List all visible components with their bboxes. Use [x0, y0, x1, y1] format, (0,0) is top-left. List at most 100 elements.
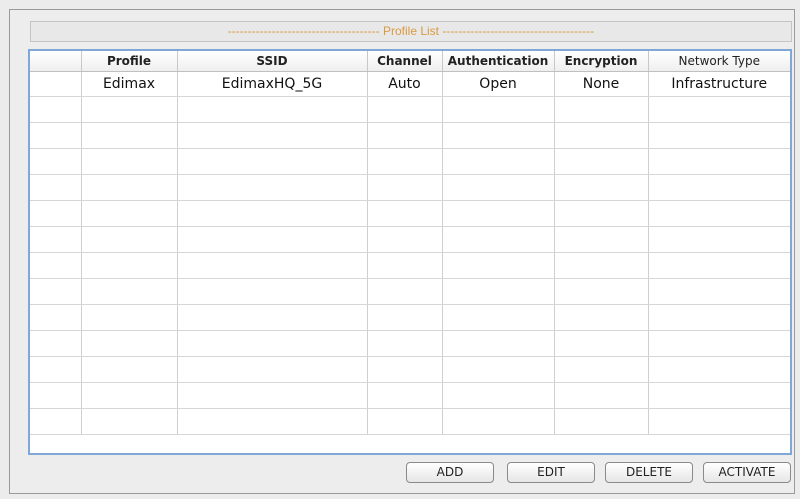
table-row[interactable] [30, 226, 790, 253]
cell-encryption [554, 148, 649, 175]
table-row[interactable] [30, 96, 790, 123]
cell-select [30, 278, 82, 305]
cell-profile [81, 148, 178, 175]
column-header-profile[interactable]: Profile [81, 51, 178, 72]
cell-profile [81, 408, 178, 435]
cell-authentication [442, 278, 555, 305]
cell-network-type [648, 382, 790, 409]
cell-ssid [177, 96, 368, 123]
cell-select [30, 148, 82, 175]
cell-profile [81, 278, 178, 305]
table-row[interactable] [30, 408, 790, 435]
cell-profile [81, 330, 178, 357]
cell-network-type: Infrastructure [648, 71, 790, 97]
table-row[interactable] [30, 278, 790, 305]
cell-encryption [554, 252, 649, 279]
cell-profile [81, 122, 178, 149]
table-row[interactable] [30, 148, 790, 175]
cell-channel [367, 226, 443, 253]
cell-authentication [442, 122, 555, 149]
cell-ssid [177, 122, 368, 149]
cell-authentication [442, 252, 555, 279]
cell-channel [367, 356, 443, 383]
cell-select [30, 200, 82, 227]
cell-authentication [442, 304, 555, 331]
cell-select [30, 330, 82, 357]
edit-button[interactable]: EDIT [507, 462, 595, 483]
cell-profile [81, 174, 178, 201]
button-bar: ADD EDIT DELETE ACTIVATE [0, 462, 800, 484]
table-row[interactable] [30, 356, 790, 383]
cell-network-type [648, 174, 790, 201]
header-dashes-left: -------------------------------------- [227, 24, 380, 38]
profile-list-title: Profile List [382, 24, 440, 38]
add-button[interactable]: ADD [406, 462, 494, 483]
cell-channel [367, 408, 443, 435]
profile-table-container[interactable]: Profile SSID Channel Authentication Encr… [28, 49, 792, 455]
cell-select [30, 71, 82, 97]
cell-channel [367, 200, 443, 227]
cell-ssid [177, 148, 368, 175]
cell-select [30, 304, 82, 331]
profile-table: Profile SSID Channel Authentication Encr… [30, 51, 790, 435]
cell-ssid [177, 330, 368, 357]
cell-profile [81, 356, 178, 383]
cell-encryption [554, 304, 649, 331]
cell-network-type [648, 200, 790, 227]
cell-ssid: EdimaxHQ_5G [177, 71, 368, 97]
cell-ssid [177, 278, 368, 305]
delete-button[interactable]: DELETE [605, 462, 693, 483]
table-header-row: Profile SSID Channel Authentication Encr… [30, 51, 790, 72]
column-header-ssid[interactable]: SSID [177, 51, 368, 72]
cell-ssid [177, 226, 368, 253]
cell-profile [81, 252, 178, 279]
cell-profile [81, 382, 178, 409]
column-header-encryption[interactable]: Encryption [554, 51, 649, 72]
cell-select [30, 122, 82, 149]
cell-ssid [177, 356, 368, 383]
cell-encryption [554, 278, 649, 305]
cell-network-type [648, 226, 790, 253]
cell-ssid [177, 252, 368, 279]
cell-ssid [177, 382, 368, 409]
cell-encryption [554, 408, 649, 435]
activate-button[interactable]: ACTIVATE [703, 462, 791, 483]
cell-channel [367, 96, 443, 123]
cell-ssid [177, 408, 368, 435]
table-row[interactable] [30, 174, 790, 201]
cell-channel [367, 330, 443, 357]
cell-select [30, 174, 82, 201]
column-header-select[interactable] [30, 51, 82, 72]
cell-channel [367, 382, 443, 409]
cell-channel [367, 148, 443, 175]
cell-authentication [442, 382, 555, 409]
cell-encryption [554, 226, 649, 253]
cell-channel: Auto [367, 71, 443, 97]
cell-encryption [554, 122, 649, 149]
cell-channel [367, 252, 443, 279]
cell-select [30, 226, 82, 253]
cell-select [30, 356, 82, 383]
cell-select [30, 382, 82, 409]
cell-encryption [554, 356, 649, 383]
cell-authentication [442, 96, 555, 123]
cell-ssid [177, 174, 368, 201]
cell-profile [81, 226, 178, 253]
column-header-network-type[interactable]: Network Type [648, 51, 790, 72]
column-header-authentication[interactable]: Authentication [442, 51, 555, 72]
cell-network-type [648, 96, 790, 123]
cell-network-type [648, 304, 790, 331]
cell-encryption: None [554, 71, 649, 97]
table-row[interactable] [30, 382, 790, 409]
table-row[interactable] [30, 252, 790, 279]
column-header-channel[interactable]: Channel [367, 51, 443, 72]
header-dashes-right: -------------------------------------- [442, 24, 595, 38]
table-row[interactable] [30, 200, 790, 227]
table-row[interactable] [30, 122, 790, 149]
table-row[interactable] [30, 304, 790, 331]
cell-authentication [442, 174, 555, 201]
cell-channel [367, 122, 443, 149]
table-row[interactable]: Edimax EdimaxHQ_5G Auto Open None Infrastruct… [30, 71, 790, 97]
cell-network-type [648, 278, 790, 305]
table-row[interactable] [30, 330, 790, 357]
